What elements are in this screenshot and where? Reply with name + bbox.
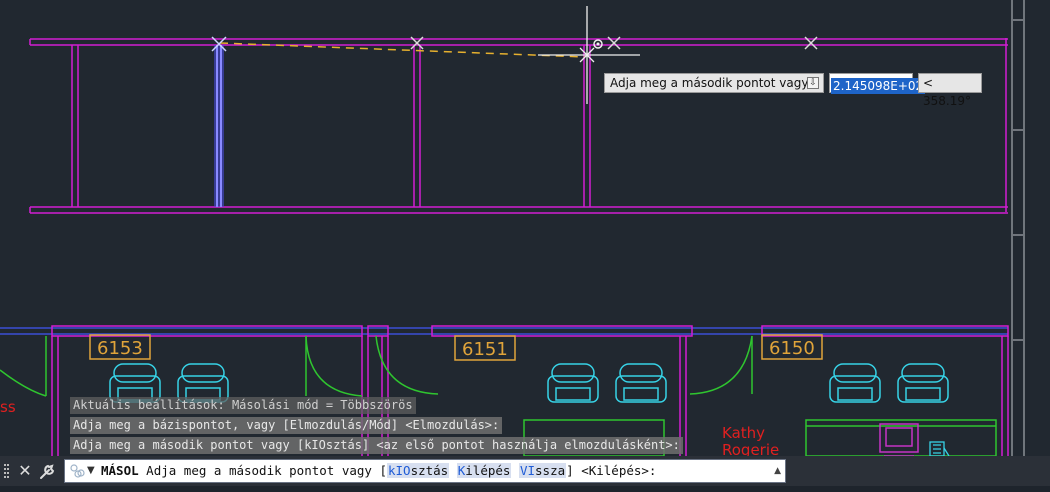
command-history-line: Adja meg a második pontot vagy [kIOsztás… [70,437,683,454]
room-number-6150: 6150 [769,338,815,359]
command-prompt: MÁSOL Adja meg a második pontot vagy [kI… [101,460,656,482]
close-icon[interactable]: ✕ [16,460,34,482]
command-input[interactable]: ▼ MÁSOL Adja meg a második pontot vagy [… [64,459,786,483]
room-number-6153: 6153 [97,338,143,359]
status-strip [0,486,1050,492]
dynamic-input-angle-value: < 358.19° [923,76,971,108]
command-history-line: Adja meg a bázispontot, vagy [Elmozdulás… [70,417,503,434]
command-prompt-suffix: ] <Kilépés>: [566,463,657,478]
dynamic-input-distance-value[interactable]: 2.145098E+02 [831,78,926,94]
occupant-first-name: Kathy [722,424,765,442]
osnap-marker [593,39,603,49]
command-icon[interactable] [69,463,85,479]
dynamic-input-angle-field[interactable]: < 358.19° [918,73,982,108]
room-tags [89,334,823,361]
computer-icon [879,423,919,457]
scroll-up-icon[interactable]: ▲ [774,463,781,479]
dynamic-input-prompt: Adja meg a második pontot vagy ⇩ [604,73,824,93]
dynamic-input-prompt-text: Adja meg a második pontot vagy [610,76,809,90]
option-vissza[interactable]: VIssza [518,463,567,478]
drag-handle[interactable] [4,462,10,480]
corridor-walls [29,38,1008,214]
command-line-bar: ✕ ▼ MÁSOL Adja meg a második pontot vagy… [0,456,1050,492]
download-icon[interactable]: ⇩ [807,77,819,89]
option-kiosztas[interactable]: kIOsztás [387,463,450,478]
option-kilepes[interactable]: Kilépés [456,463,512,478]
partial-name-label: ss [0,398,16,416]
command-prompt-text: Adja meg a második pontot vagy [ [146,463,387,478]
room-number-6151: 6151 [462,339,508,360]
chevron-down-icon[interactable]: ▼ [87,463,95,479]
dynamic-input-distance-field[interactable]: 2.145098E+02 [829,73,926,94]
phone-icon [929,441,950,457]
selected-object[interactable] [214,45,224,207]
command-name: MÁSOL [101,463,139,478]
wrench-icon[interactable] [38,460,58,482]
command-history-line: Aktuális beállítások: Másolási mód = Töb… [70,397,416,414]
